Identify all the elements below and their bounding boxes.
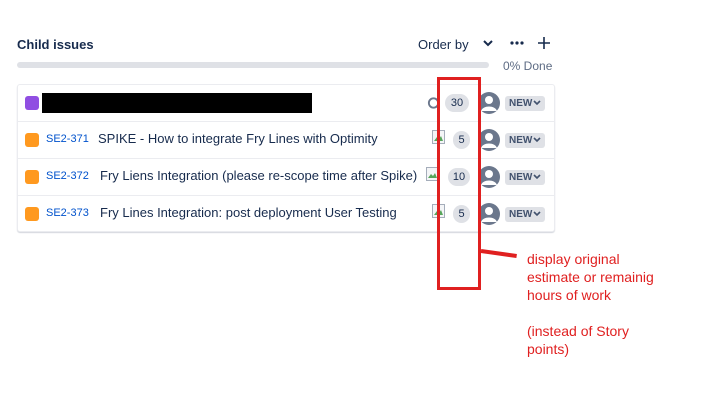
child-issues-title: Child issues xyxy=(17,37,94,52)
story-type-icon xyxy=(25,170,39,184)
avatar[interactable] xyxy=(478,203,500,225)
issue-key-link[interactable]: SE2-371 xyxy=(46,133,89,145)
annotation-line: points) xyxy=(527,341,570,357)
order-by-button[interactable]: Order by xyxy=(418,37,469,52)
status-label: NEW xyxy=(509,209,533,220)
annotation-line: estimate or remainig xyxy=(527,269,654,285)
avatar[interactable] xyxy=(478,92,500,114)
chevron-down-icon[interactable] xyxy=(481,36,495,50)
more-options-icon[interactable] xyxy=(509,36,525,50)
chevron-down-icon xyxy=(533,100,541,106)
progress-label: 0% Done xyxy=(503,59,553,73)
annotation-line: (instead of Story xyxy=(527,323,629,339)
annotation-line: display original xyxy=(527,251,620,267)
annotation-connector xyxy=(480,249,517,258)
status-label: NEW xyxy=(509,135,533,146)
story-type-icon xyxy=(25,207,39,221)
progress-bar xyxy=(17,62,489,68)
annotation-highlight-box xyxy=(437,77,481,290)
issue-summary[interactable]: Fry Liens Integration (please re-scope t… xyxy=(100,168,417,183)
status-label: NEW xyxy=(509,98,533,109)
chevron-down-icon xyxy=(533,211,541,217)
redacted-summary xyxy=(42,93,312,113)
annotation-note: display original estimate or remainig ho… xyxy=(527,250,717,358)
status-badge[interactable]: NEW xyxy=(505,170,546,185)
issue-summary[interactable]: Fry Lines Integration: post deployment U… xyxy=(100,205,397,220)
add-child-issue-icon[interactable] xyxy=(537,36,551,50)
status-badge[interactable]: NEW xyxy=(505,207,546,222)
chevron-down-icon xyxy=(533,137,541,143)
annotation-line: hours of work xyxy=(527,287,612,303)
status-badge[interactable]: NEW xyxy=(505,96,546,111)
story-type-icon xyxy=(25,133,39,147)
task-type-icon xyxy=(25,96,39,110)
issue-key-link[interactable]: SE2-373 xyxy=(46,207,89,219)
issue-summary[interactable]: SPIKE - How to integrate Fry Lines with … xyxy=(98,131,378,146)
status-label: NEW xyxy=(509,172,533,183)
chevron-down-icon xyxy=(533,174,541,180)
avatar[interactable] xyxy=(478,129,500,151)
issue-key-link[interactable]: SE2-372 xyxy=(46,170,89,182)
status-badge[interactable]: NEW xyxy=(505,133,546,148)
avatar[interactable] xyxy=(478,166,500,188)
